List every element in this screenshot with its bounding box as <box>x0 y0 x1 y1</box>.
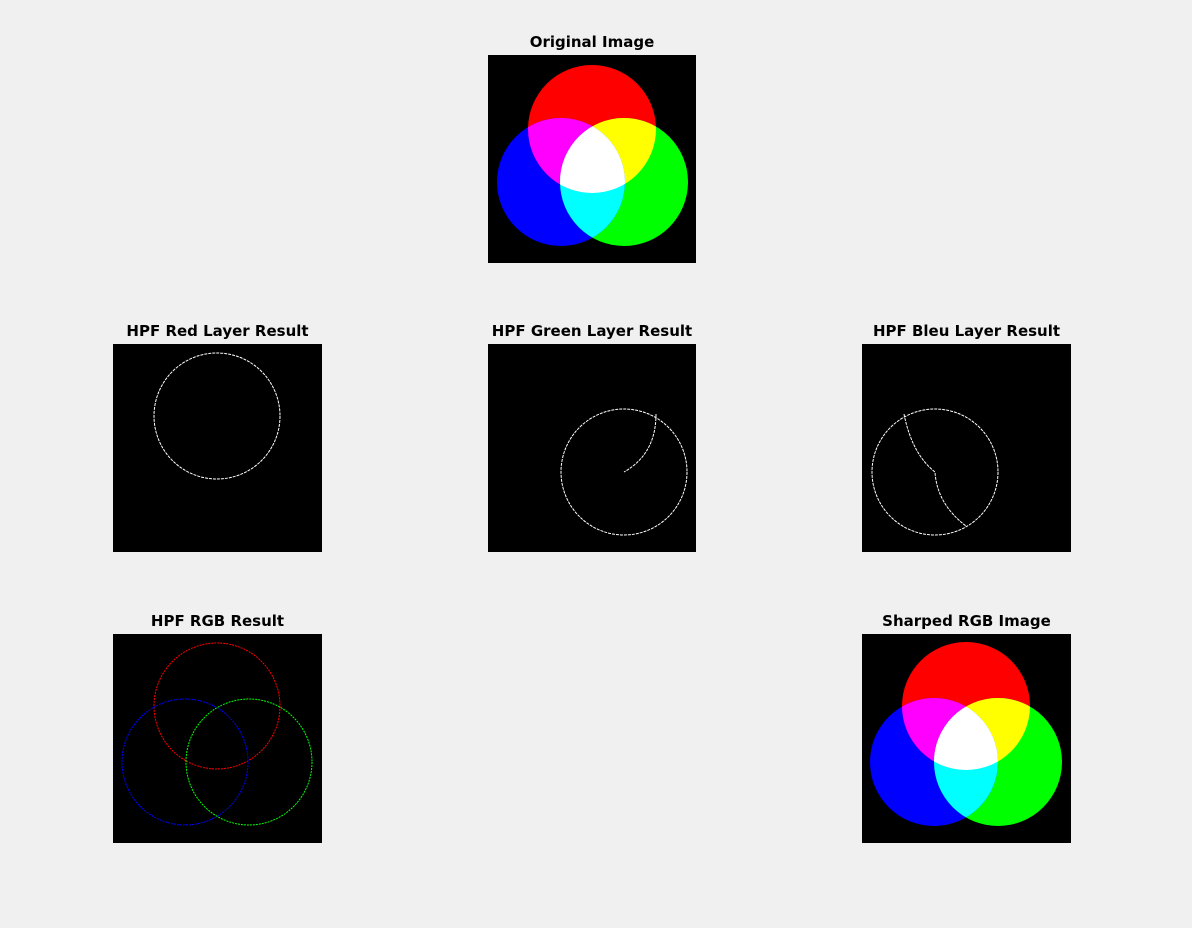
red-edge-image <box>113 344 322 552</box>
panel-title: HPF Red Layer Result <box>126 322 309 340</box>
image-axes <box>488 344 696 552</box>
panel-title: Sharped RGB Image <box>882 612 1051 630</box>
image-axes <box>862 634 1071 843</box>
rgb-venn-image <box>862 634 1071 843</box>
panel-sharped-rgb: Sharped RGB Image <box>862 612 1071 843</box>
image-axes <box>488 55 696 263</box>
image-axes <box>113 344 322 552</box>
image-axes <box>862 344 1071 552</box>
panel-hpf-red: HPF Red Layer Result <box>113 322 322 552</box>
panel-hpf-blue: HPF Bleu Layer Result <box>862 322 1071 552</box>
rgb-venn-image <box>488 55 696 263</box>
panel-original-image: Original Image <box>488 33 696 263</box>
panel-hpf-green: HPF Green Layer Result <box>488 322 696 552</box>
green-edge-image <box>488 344 696 552</box>
panel-title: Original Image <box>529 33 655 51</box>
panel-title: HPF Bleu Layer Result <box>872 322 1061 340</box>
panel-title: HPF Green Layer Result <box>491 322 693 340</box>
panel-title: HPF RGB Result <box>150 612 285 630</box>
rgb-edge-image <box>113 634 322 843</box>
image-axes <box>113 634 322 843</box>
blue-edge-image <box>862 344 1071 552</box>
panel-hpf-rgb: HPF RGB Result <box>113 612 322 843</box>
